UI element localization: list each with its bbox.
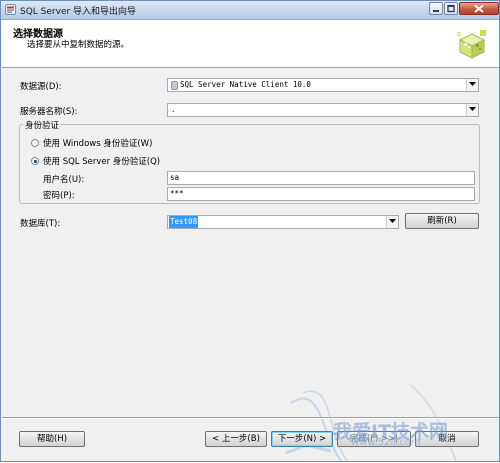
windows-auth-radio[interactable] (31, 139, 39, 147)
maximize-icon (447, 4, 455, 13)
wizard-header: 选择数据源 选择要从中复制数据的源。 (2, 20, 499, 68)
server-name-value: . (171, 105, 176, 114)
sql-auth-radio[interactable] (31, 157, 39, 165)
close-button[interactable] (459, 2, 499, 15)
data-source-dropdown[interactable]: SQL Server Native Client 10.0 (167, 78, 479, 92)
help-button[interactable]: 帮助(H) (19, 431, 85, 447)
window-title: SQL Server 导入和导出向导 (20, 7, 137, 17)
close-icon (474, 4, 484, 13)
username-value: sa (170, 173, 180, 182)
server-name-label: 服务器名称(S): (20, 107, 78, 117)
data-source-value: SQL Server Native Client 10.0 (180, 80, 311, 89)
sql-server-app-icon (5, 4, 16, 15)
data-source-dropdown-button[interactable] (466, 79, 478, 91)
back-button[interactable]: < 上一步(B) (205, 431, 267, 447)
title-bar[interactable]: SQL Server 导入和导出向导 (1, 1, 499, 20)
wizard-window: SQL Server 导入和导出向导 选择数据源 选择要从中复制数据的源。 数据… (0, 0, 500, 462)
next-button[interactable]: 下一步(N) > (271, 431, 333, 447)
data-source-label: 数据源(D): (20, 82, 62, 92)
password-value: *** (170, 189, 184, 198)
radio-selected-dot (33, 159, 37, 163)
server-name-dropdown[interactable]: . (167, 103, 479, 117)
database-dropdown[interactable]: Test08 (167, 215, 399, 229)
windows-auth-label[interactable]: 使用 Windows 身份验证(W) (43, 137, 152, 149)
chevron-down-icon (469, 82, 476, 86)
database-label: 数据库(T): (20, 219, 61, 229)
password-label: 密码(P): (43, 191, 75, 201)
database-icon (171, 81, 178, 90)
authentication-group-label: 身份验证 (23, 119, 62, 131)
minimize-button[interactable] (429, 2, 443, 15)
refresh-button[interactable]: 刷新(R) (405, 213, 479, 229)
wizard-icon (457, 30, 486, 59)
username-label: 用户名(U): (43, 175, 85, 185)
minimize-icon (433, 10, 439, 12)
database-dropdown-button[interactable] (386, 216, 398, 228)
database-value: Test08 (169, 216, 199, 228)
watermark-url: www.52ij.com (351, 437, 421, 448)
chevron-down-icon (389, 219, 396, 223)
server-name-dropdown-button[interactable] (466, 104, 478, 116)
chevron-down-icon (469, 107, 476, 111)
password-input[interactable]: *** (167, 187, 475, 201)
page-subtitle: 选择要从中复制数据的源。 (27, 40, 130, 50)
maximize-button[interactable] (444, 2, 458, 15)
sql-auth-label[interactable]: 使用 SQL Server 身份验证(Q) (43, 155, 160, 167)
username-input[interactable]: sa (167, 171, 475, 185)
